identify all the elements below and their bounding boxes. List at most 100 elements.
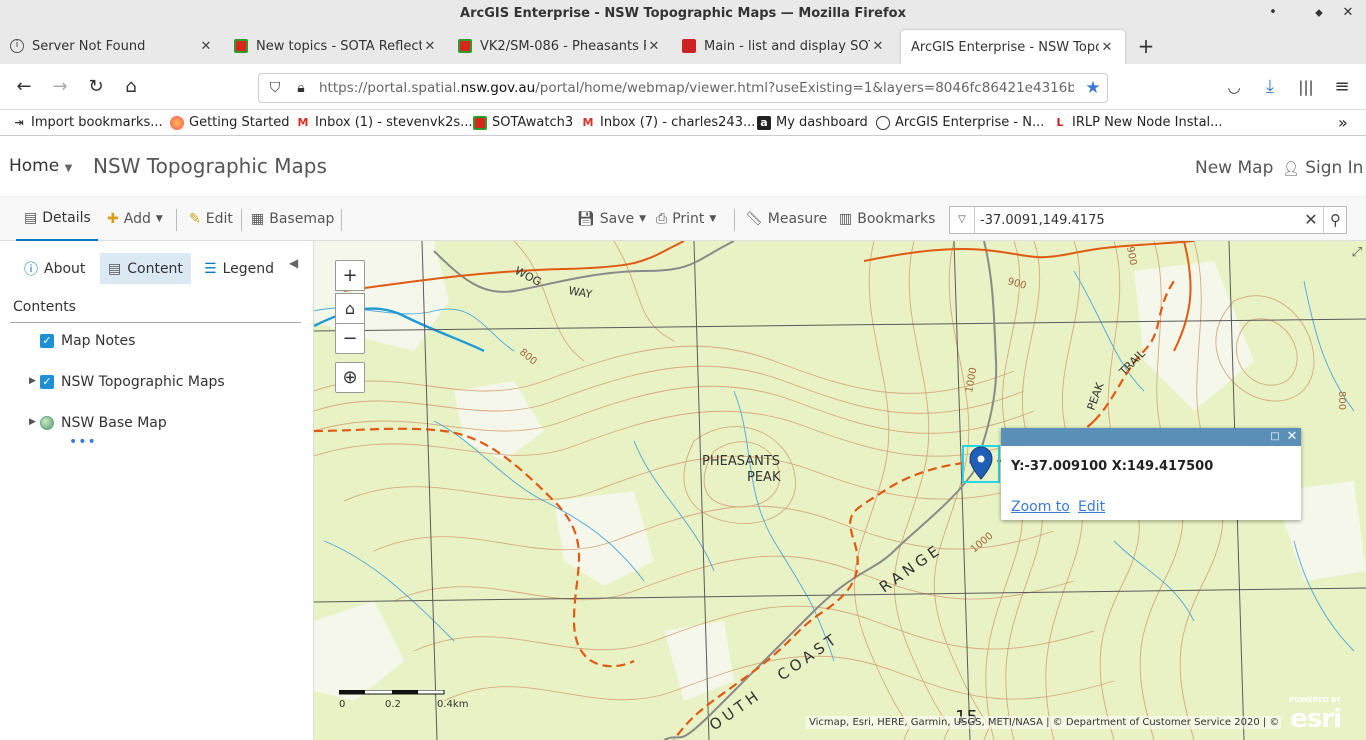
tab-sota-reflector[interactable]: New topics - SOTA Reflector ✕ — [224, 28, 448, 64]
edit-link[interactable]: Edit — [1078, 499, 1105, 515]
home-label: Home — [9, 156, 60, 176]
zoom-in-button[interactable]: + — [335, 260, 365, 291]
app-header: Home ▼ NSW Topographic Maps New Map 👤︎ S… — [0, 136, 1366, 196]
gmail-icon: M — [297, 115, 309, 129]
checkbox[interactable]: ✓ — [40, 375, 54, 389]
close-tab-icon[interactable]: ✕ — [870, 39, 886, 54]
bookmark-dashboard[interactable]: a My dashboard — [757, 110, 868, 135]
more-options-icon[interactable]: ••• — [69, 434, 97, 450]
lock-icon[interactable]: 🔒︎ — [289, 76, 313, 100]
bookmark-getting-started[interactable]: Getting Started — [170, 110, 290, 135]
bookmark-irlp[interactable]: L IRLP New Node Instal... — [1053, 110, 1223, 135]
tab-content[interactable]: ▤ Content — [100, 253, 191, 284]
menu-icon[interactable]: ≡ — [1330, 75, 1354, 99]
url-text[interactable]: https://portal.spatial.nsw.gov.au/portal… — [319, 74, 1074, 102]
esri-logo[interactable]: POWERED BY esri — [1289, 696, 1342, 734]
close-icon[interactable]: ✕ — [1284, 428, 1300, 446]
tab-title: Server Not Found — [32, 38, 146, 54]
collapse-panel-icon[interactable]: ◀ — [289, 256, 298, 270]
bookmarks-overflow-icon[interactable]: » — [1338, 110, 1348, 135]
scale-label: 0 — [339, 699, 345, 710]
trail-label-peak: PEAK — [1085, 380, 1107, 412]
tab-legend[interactable]: ☰ Legend — [196, 253, 282, 284]
edit-button[interactable]: ✎ Edit — [189, 197, 233, 241]
search-source-dropdown[interactable]: ▽ — [950, 207, 975, 233]
details-button[interactable]: ▤ Details — [16, 197, 98, 241]
tab-server-not-found[interactable]: i Server Not Found ✕ — [0, 28, 224, 64]
url-bar[interactable]: ⛉ 🔒︎ https://portal.spatial.nsw.gov.au/p… — [258, 73, 1108, 103]
tab-about[interactable]: ⓘ About — [16, 253, 93, 284]
zoom-to-link[interactable]: Zoom to — [1011, 499, 1070, 515]
downloads-icon[interactable]: ⤓ — [1258, 75, 1282, 99]
contour-label: 800 — [517, 347, 539, 368]
close-tab-icon[interactable]: ✕ — [198, 39, 214, 54]
bookmarks-button[interactable]: ▥ Bookmarks — [839, 197, 935, 241]
close-tab-icon[interactable]: ✕ — [422, 39, 438, 54]
divider — [10, 322, 301, 323]
clear-search-icon[interactable]: ✕ — [1301, 207, 1321, 233]
layer-name: NSW Base Map — [61, 415, 167, 431]
locate-button[interactable]: ⊕ — [335, 362, 365, 393]
tab-title: VK2/SM-086 - Pheasants Peak — [480, 38, 646, 54]
back-icon[interactable]: ← — [12, 75, 36, 99]
close-tab-icon[interactable]: ✕ — [1099, 40, 1115, 55]
layer-nsw-base[interactable]: NSW Base Map — [40, 412, 167, 434]
tab-bar: i Server Not Found ✕ New topics - SOTA R… — [0, 28, 1366, 64]
add-button[interactable]: ✚ Add ▼ — [107, 197, 163, 241]
pocket-icon[interactable]: ◡ — [1222, 75, 1246, 99]
sign-in-button[interactable]: 👤︎ Sign In — [1282, 158, 1363, 178]
maximize-icon[interactable]: □ — [1267, 428, 1283, 446]
bookmark-inbox-1[interactable]: M Inbox (1) - stevenvk2s... — [296, 110, 473, 135]
add-icon: ✚ — [107, 211, 119, 227]
close-window-button[interactable]: ✕ — [1337, 0, 1359, 28]
search-icon[interactable]: ⚲ — [1323, 207, 1347, 233]
layer-nsw-topo[interactable]: ✓ NSW Topographic Maps — [40, 371, 225, 393]
layer-name: NSW Topographic Maps — [61, 374, 225, 390]
chevron-down-icon: ▼ — [709, 214, 717, 224]
home-menu[interactable]: Home ▼ — [9, 156, 72, 176]
bookmark-star-icon[interactable]: ★ — [1081, 76, 1105, 100]
save-button[interactable]: 💾︎ Save ▼ — [577, 197, 646, 241]
close-tab-icon[interactable]: ✕ — [646, 39, 662, 54]
tab-sota-main[interactable]: Main - list and display SOTA ✕ — [672, 28, 896, 64]
minimize-button[interactable]: • — [1262, 0, 1284, 28]
peak-name-label-2: PEAK — [747, 470, 781, 485]
toolbar-divider — [341, 209, 342, 231]
sign-in-label: Sign In — [1305, 158, 1364, 178]
expand-arrow-icon[interactable]: ▶ — [29, 376, 36, 386]
bookmark-arcgis[interactable]: ArcGIS Enterprise - N... — [876, 110, 1044, 135]
new-map-button[interactable]: New Map — [1195, 158, 1273, 178]
tab-pheasants-peak[interactable]: VK2/SM-086 - Pheasants Peak ✕ — [448, 28, 672, 64]
print-button[interactable]: ⎙ Print ▼ — [656, 197, 716, 241]
map-pin-icon[interactable] — [969, 446, 993, 480]
tab-arcgis[interactable]: ArcGIS Enterprise - NSW Topographic Maps… — [901, 30, 1125, 64]
info-icon: i — [10, 39, 24, 53]
window-title: ArcGIS Enterprise - NSW Topographic Maps… — [0, 0, 1366, 28]
fullscreen-icon[interactable]: ⤢ — [1352, 245, 1362, 260]
expand-arrow-icon[interactable]: ▶ — [29, 417, 36, 427]
checkbox[interactable]: ✓ — [40, 334, 54, 348]
home-icon[interactable]: ⌂ — [119, 75, 143, 99]
bookmark-import[interactable]: ⇥ Import bookmarks... — [12, 110, 162, 135]
bookmark-inbox-7[interactable]: M Inbox (7) - charles243... — [581, 110, 756, 135]
measure-button[interactable]: 📏︎ Measure — [745, 197, 827, 241]
new-tab-button[interactable]: + — [1136, 28, 1156, 64]
home-extent-button[interactable]: ⌂ — [335, 293, 365, 324]
map-view[interactable]: PHEASANTS PEAK WOG WAY PEAK TRAIL OUTH C… — [314, 241, 1366, 740]
search-input[interactable] — [980, 207, 1300, 233]
restore-button[interactable]: ⬥ — [1308, 0, 1330, 28]
bookmark-label: IRLP New Node Instal... — [1072, 115, 1223, 130]
url-host: nsw.gov.au — [460, 80, 536, 96]
basemap-button[interactable]: ▦ Basemap — [251, 197, 334, 241]
zoom-out-button[interactable]: − — [335, 323, 365, 354]
library-icon[interactable]: ||| — [1294, 75, 1318, 99]
contour-label: 1000 — [969, 531, 996, 556]
chevron-down-icon: ▼ — [639, 214, 647, 224]
layer-map-notes[interactable]: ✓ Map Notes — [40, 330, 135, 352]
about-label: About — [44, 260, 86, 277]
info-circle-icon: ⓘ — [24, 261, 38, 278]
reload-icon[interactable]: ↻ — [84, 75, 108, 99]
forward-icon[interactable]: → — [48, 75, 72, 99]
shield-icon[interactable]: ⛉ — [263, 76, 287, 100]
bookmark-sotawatch[interactable]: SOTAwatch3 — [473, 110, 573, 135]
